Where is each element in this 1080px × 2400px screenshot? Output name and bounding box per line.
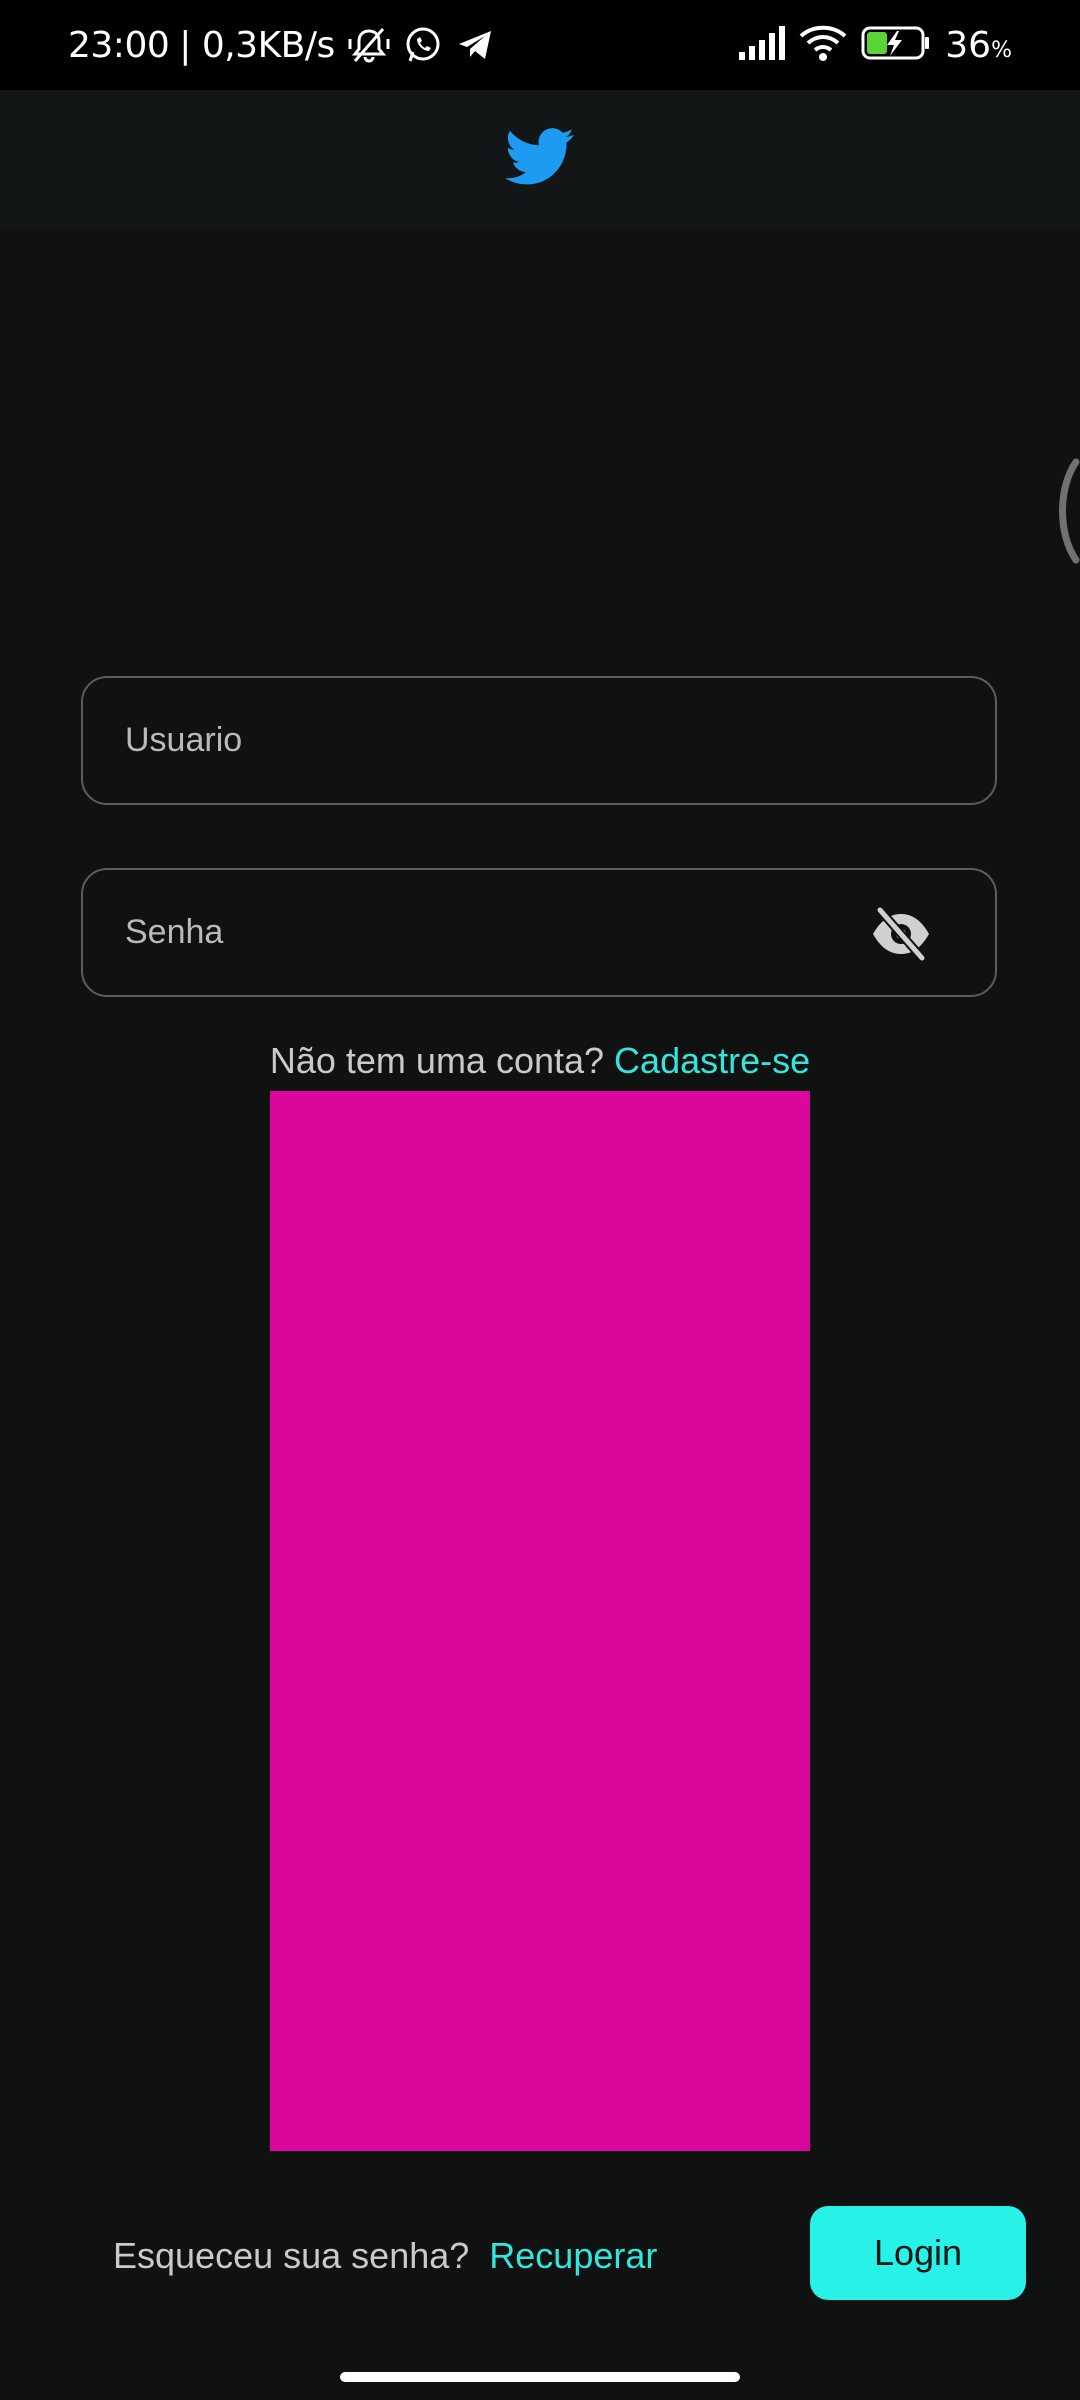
password-input[interactable] [83, 870, 995, 995]
username-input[interactable] [83, 678, 995, 803]
login-screen: 23:00 | 0,3KB/s 36% Usuario Não tem uma … [0, 0, 1080, 2400]
forgot-password-text: Esqueceu sua senha? [113, 2235, 470, 2276]
battery-charging-icon [861, 25, 931, 65]
wifi-icon [799, 24, 847, 66]
status-bar-right: 36% [737, 0, 1012, 90]
login-button[interactable]: Login [810, 2206, 1026, 2300]
twitter-bird-icon [505, 127, 575, 191]
forgot-password-row: Esqueceu sua senha? Recuperar [113, 2230, 657, 2282]
status-bar: 23:00 | 0,3KB/s 36% [0, 0, 1080, 90]
battery-level: 36% [945, 24, 1012, 66]
password-field[interactable] [81, 868, 997, 997]
mute-icon [347, 25, 391, 65]
status-bar-left: 23:00 | 0,3KB/s [68, 0, 495, 90]
signal-icon [737, 26, 786, 64]
signup-prompt: Não tem uma conta? Cadastre-se [0, 1040, 1080, 1082]
username-field[interactable] [81, 676, 997, 805]
signup-link[interactable]: Cadastre-se [614, 1040, 810, 1081]
signup-prompt-text: Não tem uma conta? [269, 1040, 615, 1081]
whatsapp-icon [403, 25, 443, 65]
home-indicator[interactable] [340, 2372, 740, 2382]
eye-off-icon[interactable] [869, 903, 933, 965]
app-bar [0, 90, 1080, 228]
recover-link[interactable]: Recuperar [489, 2235, 657, 2277]
status-time: 23:00 [68, 24, 170, 66]
edge-swipe-handle[interactable] [1050, 458, 1080, 564]
telegram-icon [455, 25, 495, 65]
magenta-placeholder-block [270, 1091, 810, 2151]
network-speed: | 0,3KB/s [179, 24, 335, 66]
